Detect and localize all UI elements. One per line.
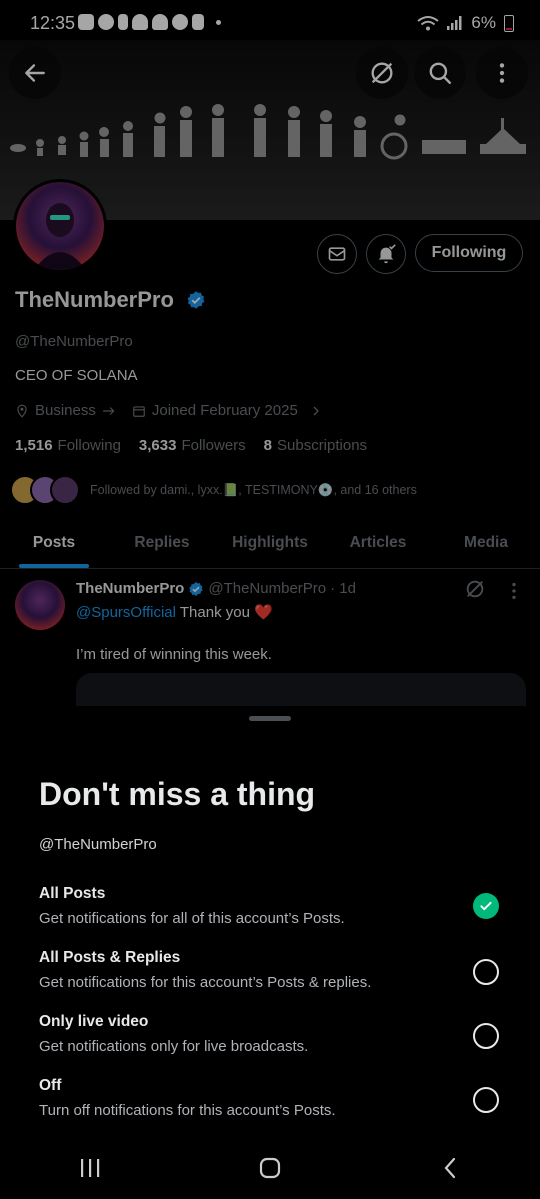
sheet-account-handle: @TheNumberPro <box>39 836 157 853</box>
sheet-title: Don't miss a thing <box>39 776 316 812</box>
sheet-drag-handle[interactable] <box>249 716 291 721</box>
option-all-posts-replies[interactable]: All Posts & Replies Get notifications fo… <box>39 949 509 1005</box>
option-all-posts[interactable]: All Posts Get notifications for all of t… <box>39 885 509 941</box>
option-description: Turn off notifications for this account’… <box>39 1102 336 1119</box>
checkmark-icon <box>480 901 492 911</box>
back-nav-icon[interactable] <box>438 1156 462 1180</box>
sheet-backdrop[interactable] <box>0 0 540 710</box>
radio-unselected[interactable] <box>473 1087 499 1113</box>
option-description: Get notifications for all of this accoun… <box>39 910 345 927</box>
recent-apps-icon[interactable] <box>78 1157 102 1179</box>
option-description: Get notifications only for live broadcas… <box>39 1038 309 1055</box>
option-title: Off <box>39 1077 62 1094</box>
home-icon[interactable] <box>258 1156 282 1180</box>
radio-unselected[interactable] <box>473 1023 499 1049</box>
option-title: All Posts & Replies <box>39 949 181 966</box>
option-only-live-video[interactable]: Only live video Get notifications only f… <box>39 1013 509 1069</box>
option-title: All Posts <box>39 885 106 902</box>
radio-unselected[interactable] <box>473 959 499 985</box>
option-description: Get notifications for this account’s Pos… <box>39 974 372 991</box>
option-off[interactable]: Off Turn off notifications for this acco… <box>39 1077 509 1133</box>
option-title: Only live video <box>39 1013 149 1030</box>
radio-selected[interactable] <box>473 893 499 919</box>
system-navigation-bar <box>0 1136 540 1199</box>
